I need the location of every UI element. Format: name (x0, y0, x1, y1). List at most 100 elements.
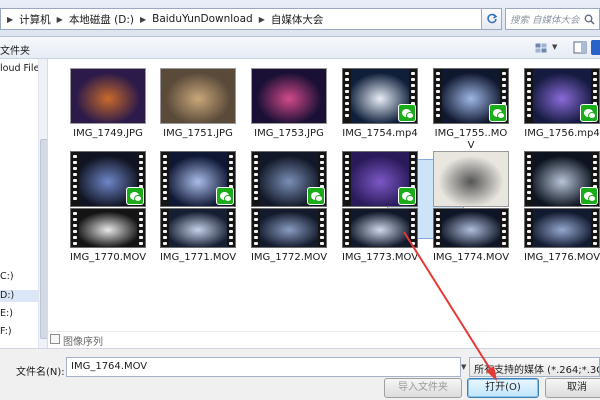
file-item[interactable] (160, 68, 236, 124)
image-thumbnail (251, 68, 327, 124)
film-strip-icon (252, 152, 260, 206)
file-grid: IMG_1749.JPG IMG_1751.JPG IMG_1753.JPG IMG_… (48, 59, 600, 331)
video-thumbnail (524, 208, 600, 248)
wechat-badge-icon (398, 104, 416, 122)
file-item[interactable] (342, 208, 418, 248)
file-item[interactable] (251, 208, 327, 248)
file-item[interactable] (524, 208, 600, 248)
video-thumbnail (524, 68, 600, 124)
film-strip-icon (525, 69, 533, 123)
image-thumbnail (160, 68, 236, 124)
file-name: IMG_1776.MOV (523, 252, 600, 263)
video-thumbnail (342, 208, 418, 248)
file-name: IMG_1773.MOV (341, 252, 419, 263)
search-input[interactable]: 搜索 自媒体大会 (505, 8, 600, 30)
breadcrumb-computer[interactable]: 计算机 (19, 12, 51, 27)
video-thumbnail (251, 208, 327, 248)
breadcrumb-current-folder[interactable]: 自媒体大会 (271, 12, 324, 27)
import-folder-button[interactable]: 导入文件夹 (384, 378, 462, 398)
nav-item-drive-c[interactable]: C:) (0, 271, 14, 282)
chevron-right-icon: ▶ (7, 14, 14, 24)
file-item[interactable] (251, 151, 327, 207)
film-strip-icon (343, 69, 351, 123)
file-item[interactable] (342, 151, 418, 207)
film-strip-icon (161, 152, 169, 206)
video-thumbnail (433, 68, 509, 124)
nav-item-drive-d[interactable]: D:) (0, 290, 14, 301)
breadcrumb-baiduyundownload[interactable]: BaiduYunDownload (152, 13, 253, 25)
preview-pane-icon[interactable] (572, 40, 588, 55)
film-strip-icon (137, 209, 145, 247)
file-item[interactable] (524, 68, 600, 124)
image-thumbnail (433, 151, 509, 207)
film-strip-icon (591, 209, 599, 247)
file-item[interactable] (70, 208, 146, 248)
chevron-right-icon[interactable]: ▶ (253, 15, 271, 24)
image-thumbnail (70, 68, 146, 124)
file-name: IMG_1774.MOV (432, 252, 510, 263)
film-strip-icon (227, 209, 235, 247)
breadcrumb[interactable]: ▶ 计算机 ▶ 本地磁盘 (D:) ▶ BaiduYunDownload ▶ 自… (0, 8, 482, 30)
film-strip-icon (318, 209, 326, 247)
filetype-select[interactable]: 所有支持的媒体 (*.264;*.3G2;*. (469, 357, 600, 377)
search-placeholder: 搜索 自媒体大会 (510, 15, 580, 26)
wechat-badge-icon (307, 187, 325, 205)
filename-field[interactable]: IMG_1764.MOV (66, 357, 461, 377)
file-name: IMG_1770.MOV (69, 252, 147, 263)
toolbar: 文件夹 ▼ (0, 37, 600, 59)
file-name: IMG_1751.JPG (163, 128, 233, 139)
change-view-button[interactable] (530, 40, 552, 55)
file-item[interactable] (524, 151, 600, 207)
video-thumbnail (70, 208, 146, 248)
file-item[interactable] (251, 68, 327, 124)
nav-item-drive-f[interactable]: F:) (0, 326, 12, 337)
film-strip-icon (71, 209, 79, 247)
file-item[interactable] (70, 68, 146, 124)
file-name: IMG_1753.JPG (254, 128, 324, 139)
breadcrumb-drive-d[interactable]: 本地磁盘 (D:) (69, 12, 134, 27)
chevron-down-icon[interactable]: ▼ (552, 43, 557, 51)
film-strip-icon (343, 152, 351, 206)
file-item[interactable] (342, 68, 418, 124)
film-strip-icon (343, 209, 351, 247)
nav-item-drive-e[interactable]: E:) (0, 308, 13, 319)
file-name: IMG_1754.mp4 (342, 128, 418, 139)
nav-scrollbar[interactable] (38, 59, 47, 348)
address-bar: ▶ 计算机 ▶ 本地磁盘 (D:) ▶ BaiduYunDownload ▶ 自… (0, 0, 600, 37)
file-name: IMG_1749.JPG (73, 128, 143, 139)
file-item[interactable] (160, 151, 236, 207)
wechat-badge-icon (216, 187, 234, 205)
file-item[interactable] (433, 208, 509, 248)
chevron-down-icon[interactable]: ▼ (461, 357, 469, 377)
image-sequence-checkbox[interactable] (50, 334, 60, 344)
open-button[interactable]: 打开(O) (467, 378, 539, 398)
grid-bottom-strip (48, 331, 600, 348)
file-item[interactable] (433, 68, 509, 124)
file-name: IMG_1755..MO (434, 128, 508, 139)
file-name: IMG_1772.MOV (250, 252, 328, 263)
help-button[interactable] (591, 40, 600, 55)
video-thumbnail (160, 208, 236, 248)
wechat-badge-icon (580, 104, 598, 122)
video-thumbnail (251, 151, 327, 207)
video-thumbnail (160, 151, 236, 207)
video-thumbnail (433, 208, 509, 248)
refresh-button[interactable] (482, 8, 502, 30)
chevron-right-icon[interactable]: ▶ (51, 15, 69, 24)
search-icon (584, 14, 595, 25)
file-name: IMG_1756.mp4 (524, 128, 600, 139)
nav-scrollbar-thumb[interactable] (40, 139, 47, 339)
chevron-right-icon[interactable]: ▶ (134, 15, 152, 24)
film-strip-icon (500, 209, 508, 247)
film-strip-icon (252, 209, 260, 247)
filename-label: 文件名(N): (16, 367, 65, 378)
film-strip-icon (71, 152, 79, 206)
video-thumbnail (342, 68, 418, 124)
wechat-badge-icon (126, 187, 144, 205)
file-item[interactable] (160, 208, 236, 248)
new-folder-button[interactable]: 文件夹 (0, 42, 30, 57)
cancel-button[interactable]: 取消 (545, 378, 600, 398)
file-item[interactable] (70, 151, 146, 207)
file-name: IMG_1771.MOV (159, 252, 237, 263)
file-item[interactable] (433, 151, 509, 207)
